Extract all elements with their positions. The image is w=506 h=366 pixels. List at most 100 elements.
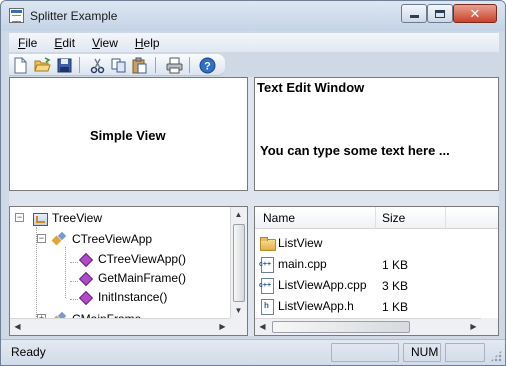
maximize-button[interactable] xyxy=(427,4,453,23)
maximize-icon xyxy=(435,9,445,18)
tree-node-method[interactable]: CTreeViewApp() xyxy=(78,250,186,268)
scroll-right-arrow-icon[interactable]: ▶ xyxy=(215,319,230,334)
app-window: Splitter Example ✕ File Edit View Help ?… xyxy=(0,0,506,366)
text-edit-body: You can type some text here ... xyxy=(260,143,450,158)
menu-help-mnemonic: H xyxy=(134,35,144,50)
toolbar-separator xyxy=(155,57,156,73)
list-item[interactable]: ListViewApp.cpp 3 KB xyxy=(255,275,498,295)
toolbar-separator xyxy=(79,57,80,73)
menu-help[interactable]: Help xyxy=(126,36,168,50)
list-item-name: ListViewApp.h xyxy=(259,299,354,315)
list-header: Name Size xyxy=(255,207,498,229)
list-item-name-label: ListView xyxy=(278,236,323,250)
minimize-button[interactable] xyxy=(401,4,427,23)
tree-horizontal-scrollbar[interactable]: ◀ ▶ xyxy=(10,318,230,335)
folder-icon xyxy=(259,236,276,251)
list-item-size: 1 KB xyxy=(382,300,409,314)
tree-connector-line xyxy=(70,299,78,300)
scrollbar-thumb[interactable] xyxy=(272,321,410,333)
column-header-name[interactable]: Name xyxy=(263,211,295,225)
menu-file-label: ile xyxy=(25,35,38,50)
print-icon[interactable] xyxy=(166,57,183,74)
list-item[interactable]: ListView xyxy=(255,233,498,253)
tree-node-method-label: GetMainFrame() xyxy=(98,271,187,285)
simple-view-label: Simple View xyxy=(90,128,166,143)
column-header-size[interactable]: Size xyxy=(382,211,405,225)
resize-grip-icon[interactable] xyxy=(490,350,502,362)
toolbar-separator xyxy=(189,57,190,73)
horizontal-splitter[interactable] xyxy=(9,191,499,206)
scroll-left-arrow-icon[interactable]: ◀ xyxy=(10,319,25,334)
close-icon: ✕ xyxy=(469,6,481,21)
scroll-right-arrow-icon[interactable]: ▶ xyxy=(466,319,481,334)
class-icon xyxy=(52,232,68,246)
list-item-size: 3 KB xyxy=(382,279,409,293)
list-item-name: ListViewApp.cpp xyxy=(259,278,367,294)
column-divider[interactable] xyxy=(445,207,446,229)
open-folder-icon[interactable] xyxy=(34,57,51,74)
close-button[interactable]: ✕ xyxy=(453,4,497,23)
text-edit-pane[interactable]: Text Edit Window You can type some text … xyxy=(254,77,499,191)
list-view-pane[interactable]: Name Size ListView main.cpp 1 KB ListVie… xyxy=(254,206,499,336)
menu-edit[interactable]: Edit xyxy=(45,36,83,50)
list-item-name: ListView xyxy=(259,236,323,251)
menu-file[interactable]: File xyxy=(9,36,45,50)
tree-vertical-scrollbar[interactable]: ▲ ▼ xyxy=(230,207,247,318)
list-item[interactable]: ListViewApp.h 1 KB xyxy=(255,296,498,316)
new-document-icon[interactable] xyxy=(12,57,29,74)
scroll-up-arrow-icon[interactable]: ▲ xyxy=(231,207,246,222)
tree-node-method[interactable]: GetMainFrame() xyxy=(78,269,186,287)
list-horizontal-scrollbar[interactable]: ◀ ▶ xyxy=(255,318,481,335)
list-item-name-label: ListViewApp.cpp xyxy=(278,278,367,292)
cut-scissors-icon[interactable] xyxy=(89,57,106,74)
menu-view[interactable]: View xyxy=(83,36,126,50)
svg-text:?: ? xyxy=(204,61,211,73)
tree-node-method-label: CTreeViewApp() xyxy=(98,252,187,266)
paste-clipboard-icon[interactable] xyxy=(131,57,148,74)
scrollbar-corner xyxy=(481,318,498,335)
window-title: Splitter Example xyxy=(30,9,118,23)
tree-node-class-label: CTreeViewApp xyxy=(72,232,153,246)
scroll-down-arrow-icon[interactable]: ▼ xyxy=(231,303,246,318)
menu-help-label: elp xyxy=(143,35,160,50)
status-pane xyxy=(445,343,485,362)
help-about-icon[interactable]: ? xyxy=(199,57,216,74)
tree-connector-line xyxy=(70,262,78,263)
title-bar[interactable]: Splitter Example ✕ xyxy=(1,1,505,31)
menu-view-mnemonic: V xyxy=(92,35,100,50)
scrollbar-corner xyxy=(230,318,247,335)
text-edit-title: Text Edit Window xyxy=(257,80,365,95)
menu-edit-label: dit xyxy=(62,35,76,50)
list-item[interactable]: main.cpp 1 KB xyxy=(255,254,498,274)
cpp-file-icon xyxy=(259,257,275,273)
cpp-file-icon xyxy=(259,278,275,294)
toolbar: ? xyxy=(9,54,225,76)
tree-view-pane[interactable]: − TreeView − CTreeViewApp CTreeViewApp()… xyxy=(9,206,248,336)
header-file-icon xyxy=(259,299,275,315)
simple-view-pane[interactable]: Simple View xyxy=(9,77,248,191)
tree-node-method[interactable]: InitInstance() xyxy=(78,288,167,306)
copy-icon[interactable] xyxy=(110,57,127,74)
list-item-size: 1 KB xyxy=(382,258,409,272)
tree-node-class[interactable]: CTreeViewApp xyxy=(52,230,152,248)
app-icon[interactable] xyxy=(9,8,24,23)
tree-connector-line xyxy=(65,247,66,298)
method-icon xyxy=(78,252,94,266)
status-text: Ready xyxy=(11,345,46,359)
menu-bar: File Edit View Help xyxy=(9,33,499,52)
method-icon xyxy=(78,271,94,285)
scroll-left-arrow-icon[interactable]: ◀ xyxy=(255,319,270,334)
menu-view-label: iew xyxy=(99,35,118,50)
save-floppy-icon[interactable] xyxy=(56,57,73,74)
treeview-icon xyxy=(32,211,48,226)
tree-node-root[interactable]: TreeView xyxy=(32,209,102,227)
tree-collapse-toggle[interactable]: − xyxy=(37,234,46,243)
list-item-name-label: ListViewApp.h xyxy=(278,299,354,313)
tree-collapse-toggle[interactable]: − xyxy=(15,213,24,222)
column-divider[interactable] xyxy=(375,207,376,229)
tree-connector-line xyxy=(70,281,78,282)
list-item-name: main.cpp xyxy=(259,257,327,273)
list-item-name-label: main.cpp xyxy=(278,257,327,271)
scrollbar-thumb[interactable] xyxy=(233,224,245,302)
status-pane xyxy=(331,343,399,362)
